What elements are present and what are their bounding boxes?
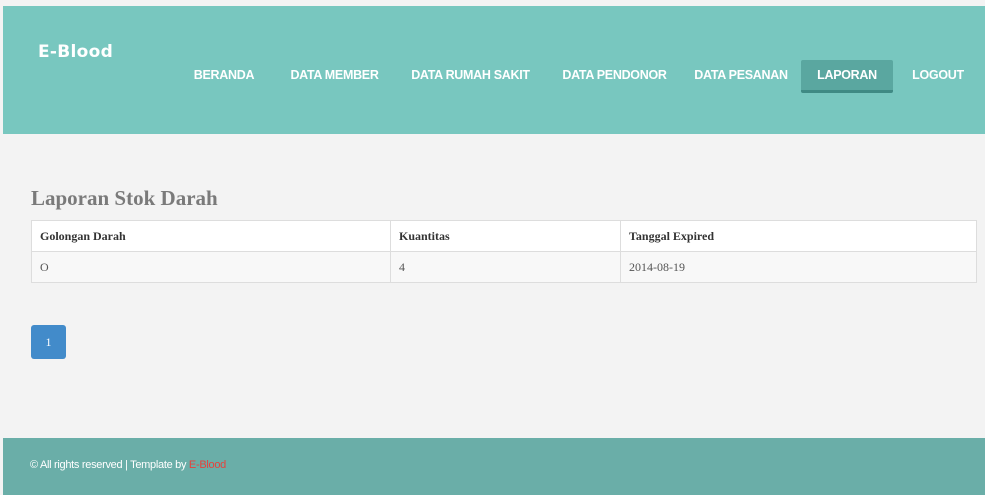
cell-kuantitas: 4 <box>390 251 621 283</box>
footer-copyright: © All rights reserved | Template by <box>30 459 189 471</box>
main-content: Laporan Stok Darah Golongan Darah Kuanti… <box>31 186 977 283</box>
cell-tanggal-expired: 2014-08-19 <box>620 251 977 283</box>
main-nav: BERANDA DATA MEMBER DATA RUMAH SAKIT DAT… <box>3 60 985 100</box>
footer-link[interactable]: E-Blood <box>189 459 226 471</box>
nav-item-data-member[interactable]: DATA MEMBER <box>286 60 383 90</box>
table-row: O 4 2014-08-19 <box>31 251 977 283</box>
column-header-kuantitas: Kuantitas <box>390 220 621 252</box>
pagination: 1 <box>31 325 66 359</box>
nav-item-data-pesanan[interactable]: DATA PESANAN <box>691 60 791 90</box>
footer-text: © All rights reserved | Template by E-Bl… <box>30 459 226 471</box>
cell-golongan-darah: O <box>31 251 391 283</box>
nav-item-data-pendonor[interactable]: DATA PENDONOR <box>559 60 670 90</box>
page: E-Blood BERANDA DATA MEMBER DATA RUMAH S… <box>0 0 985 495</box>
nav-item-logout[interactable]: LOGOUT <box>908 60 968 90</box>
column-header-golongan-darah: Golongan Darah <box>31 220 391 252</box>
brand-logo[interactable]: E-Blood <box>38 42 113 62</box>
page-button-1[interactable]: 1 <box>31 325 66 359</box>
page-title: Laporan Stok Darah <box>31 186 218 210</box>
column-header-tanggal-expired: Tanggal Expired <box>620 220 977 252</box>
table-header-row: Golongan Darah Kuantitas Tanggal Expired <box>31 220 977 252</box>
footer: © All rights reserved | Template by E-Bl… <box>3 438 985 495</box>
nav-item-laporan[interactable]: LAPORAN <box>801 60 893 93</box>
nav-item-data-rumah-sakit[interactable]: DATA RUMAH SAKIT <box>408 60 533 90</box>
top-header: E-Blood BERANDA DATA MEMBER DATA RUMAH S… <box>3 6 985 134</box>
stock-table: Golongan Darah Kuantitas Tanggal Expired… <box>31 220 977 283</box>
nav-item-beranda[interactable]: BERANDA <box>190 60 258 90</box>
